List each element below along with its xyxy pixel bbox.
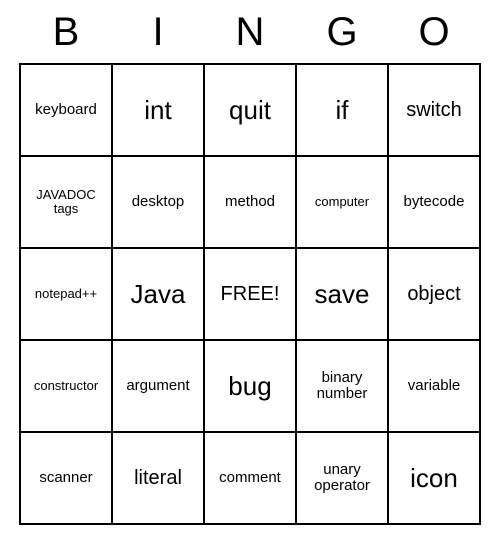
bingo-cell[interactable]: quit xyxy=(204,64,296,156)
bingo-cell[interactable]: comment xyxy=(204,432,296,524)
bingo-cell[interactable]: desktop xyxy=(112,156,204,248)
header-letter-b: B xyxy=(20,10,112,55)
bingo-cell[interactable]: int xyxy=(112,64,204,156)
bingo-cell[interactable]: object xyxy=(388,248,480,340)
bingo-cell[interactable]: argument xyxy=(112,340,204,432)
bingo-cell[interactable]: computer xyxy=(296,156,388,248)
bingo-cell[interactable]: method xyxy=(204,156,296,248)
bingo-grid: keyboard int quit if switch JAVADOC tags… xyxy=(19,63,481,525)
bingo-cell[interactable]: JAVADOC tags xyxy=(20,156,112,248)
bingo-cell[interactable]: Java xyxy=(112,248,204,340)
bingo-cell[interactable]: bug xyxy=(204,340,296,432)
bingo-cell[interactable]: keyboard xyxy=(20,64,112,156)
bingo-cell[interactable]: if xyxy=(296,64,388,156)
header-letter-g: G xyxy=(296,10,388,55)
bingo-cell[interactable]: literal xyxy=(112,432,204,524)
bingo-cell[interactable]: unary operator xyxy=(296,432,388,524)
bingo-cell-free[interactable]: FREE! xyxy=(204,248,296,340)
header-letter-n: N xyxy=(204,10,296,55)
bingo-cell[interactable]: icon xyxy=(388,432,480,524)
bingo-cell[interactable]: bytecode xyxy=(388,156,480,248)
bingo-cell[interactable]: constructor xyxy=(20,340,112,432)
header-letter-o: O xyxy=(388,10,480,55)
bingo-cell[interactable]: scanner xyxy=(20,432,112,524)
bingo-cell[interactable]: notepad++ xyxy=(20,248,112,340)
bingo-cell[interactable]: variable xyxy=(388,340,480,432)
bingo-header: B I N G O xyxy=(20,10,480,55)
bingo-cell[interactable]: binary number xyxy=(296,340,388,432)
bingo-cell[interactable]: switch xyxy=(388,64,480,156)
bingo-cell[interactable]: save xyxy=(296,248,388,340)
header-letter-i: I xyxy=(112,10,204,55)
